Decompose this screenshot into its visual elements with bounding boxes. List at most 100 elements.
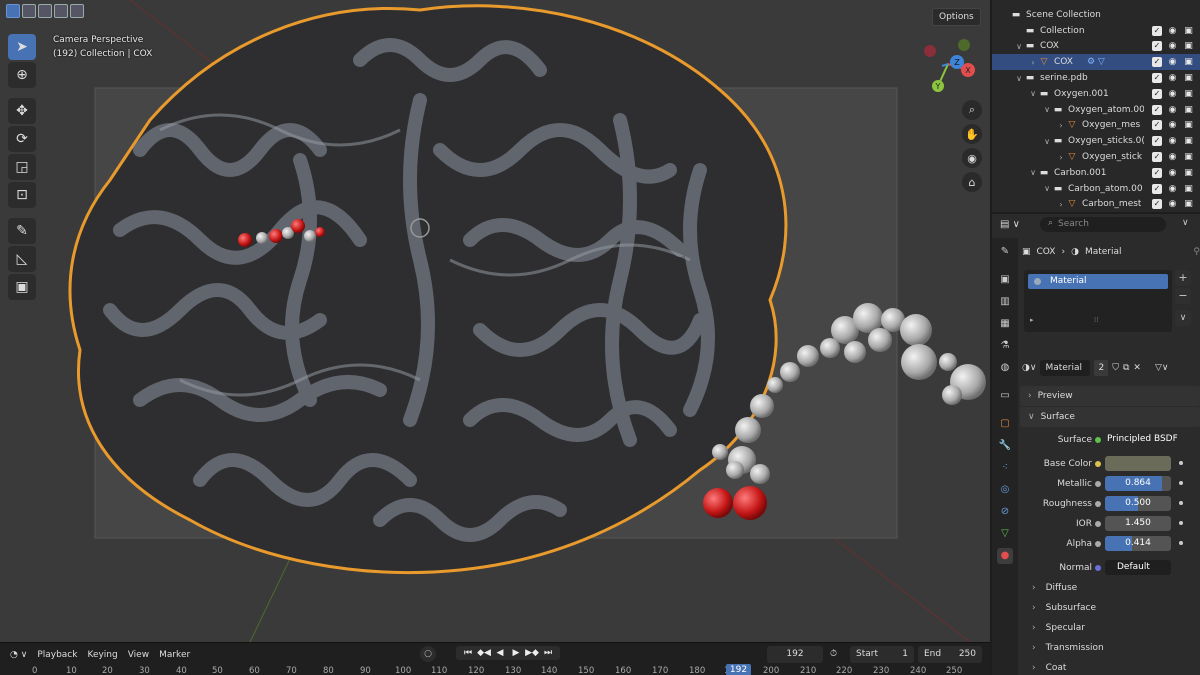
select-new-icon[interactable] xyxy=(6,4,20,18)
visibility-eye-icon[interactable]: ◉ xyxy=(1167,199,1178,209)
properties-editor-type-icon[interactable]: ▤ ∨ xyxy=(1000,219,1020,230)
keyframe-dot-icon[interactable] xyxy=(1179,461,1183,465)
keyframe-dot-icon[interactable] xyxy=(1179,521,1183,525)
outliner-row[interactable]: › ▽ Oxygen_stick ✓ ◉ ▣ xyxy=(992,149,1200,165)
visibility-eye-icon[interactable]: ◉ xyxy=(1167,73,1178,83)
constraints-tab-icon[interactable]: ⊘ xyxy=(997,504,1013,520)
surface-shader-field[interactable]: Principled BSDF xyxy=(1105,432,1185,447)
slot-menu-icon[interactable]: ∨ xyxy=(1175,310,1191,326)
navigation-gizmo[interactable]: X Z Y xyxy=(920,36,976,92)
render-camera-icon[interactable]: ▣ xyxy=(1183,152,1194,162)
render-camera-icon[interactable]: ▣ xyxy=(1183,105,1194,115)
timeline-ruler[interactable]: 0 10 20 30 40 50 60 70 80 90 100 110 120 130 140 150 160… xyxy=(0,666,990,675)
start-frame-field[interactable]: Start 1 xyxy=(850,646,914,663)
jump-start-icon[interactable]: ⏮ xyxy=(461,648,475,658)
visibility-eye-icon[interactable]: ◉ xyxy=(1167,184,1178,194)
prev-key-icon[interactable]: ◆◀ xyxy=(477,648,491,658)
panel-surface[interactable]: ∨ Surface xyxy=(1020,407,1200,427)
render-camera-icon[interactable]: ▣ xyxy=(1183,26,1194,36)
subpanel-subsurface[interactable]: › Subsurface xyxy=(1020,599,1200,617)
menu-playback[interactable]: Playback xyxy=(37,650,77,660)
record-icon[interactable]: ○ xyxy=(420,646,436,662)
current-frame-field[interactable]: 192 xyxy=(767,646,823,663)
move-icon[interactable]: ✥ xyxy=(8,98,36,124)
camera-view-icon[interactable]: ◉ xyxy=(962,148,982,168)
playhead-frame[interactable]: 192 xyxy=(726,664,751,675)
render-camera-icon[interactable]: ▣ xyxy=(1183,184,1194,194)
field-value[interactable]: 0.414 xyxy=(1105,536,1171,551)
scale-icon[interactable]: ◲ xyxy=(8,154,36,180)
chevron-down-icon[interactable]: ∨ xyxy=(1028,168,1038,177)
chevron-right-icon[interactable]: › xyxy=(1056,121,1066,130)
unlink-icon[interactable]: ✕ xyxy=(1133,363,1141,373)
outliner-row[interactable]: › ▽ Carbon_mest ✓ ◉ ▣ xyxy=(992,197,1200,212)
subpanel-transmission[interactable]: › Transmission xyxy=(1020,639,1200,657)
exclude-checkbox-icon[interactable]: ✓ xyxy=(1152,120,1162,131)
outliner-row[interactable]: ∨ ▬ Oxygen_sticks.0(✓ ◉ ▣ xyxy=(992,133,1200,149)
material-tab-icon[interactable]: ● xyxy=(997,548,1013,564)
exclude-checkbox-icon[interactable]: ✓ xyxy=(1152,41,1162,52)
subpanel-coat[interactable]: › Coat xyxy=(1020,659,1200,675)
tool-tab-icon[interactable]: ✎ xyxy=(997,244,1013,260)
render-camera-icon[interactable]: ▣ xyxy=(1183,136,1194,146)
render-camera-icon[interactable]: ▣ xyxy=(1183,73,1194,83)
stopwatch-icon[interactable]: ⏱ xyxy=(830,646,848,663)
zoom-icon[interactable]: ⌕ xyxy=(962,100,982,120)
select-intersect-icon[interactable] xyxy=(70,4,84,18)
chevron-down-icon[interactable]: ∨ xyxy=(1042,184,1052,193)
field-value[interactable]: 1.450 xyxy=(1105,516,1171,531)
keyframe-dot-icon[interactable] xyxy=(1179,481,1183,485)
field-value[interactable]: 0.864 xyxy=(1105,476,1171,491)
play-icon[interactable]: ▶ xyxy=(509,648,523,658)
exclude-checkbox-icon[interactable]: ✓ xyxy=(1152,136,1162,147)
render-camera-icon[interactable]: ▣ xyxy=(1183,41,1194,51)
render-camera-icon[interactable]: ▣ xyxy=(1183,89,1194,99)
chevron-right-icon[interactable]: › xyxy=(1028,58,1038,67)
visibility-eye-icon[interactable]: ◉ xyxy=(1167,136,1178,146)
material-slot-list[interactable]: Material ▸ ⁞⁞ xyxy=(1024,270,1172,332)
visibility-eye-icon[interactable]: ◉ xyxy=(1167,89,1178,99)
chevron-down-icon[interactable]: ∨ xyxy=(1042,137,1052,146)
chevron-down-icon[interactable]: ∨ xyxy=(1182,218,1189,228)
outliner-row[interactable]: ▬ Scene Collection xyxy=(992,7,1200,23)
collection-tab-icon[interactable]: ▭ xyxy=(997,388,1013,404)
material-users-count[interactable]: 2 xyxy=(1094,360,1109,376)
chevron-right-icon[interactable]: › xyxy=(1056,200,1066,209)
visibility-eye-icon[interactable]: ◉ xyxy=(1167,168,1178,178)
play-reverse-icon[interactable]: ◀ xyxy=(493,648,507,658)
exclude-checkbox-icon[interactable]: ✓ xyxy=(1152,199,1162,210)
visibility-eye-icon[interactable]: ◉ xyxy=(1167,57,1178,67)
chevron-down-icon[interactable]: ∨ xyxy=(1014,42,1024,51)
visibility-eye-icon[interactable]: ◉ xyxy=(1167,41,1178,51)
rotate-icon[interactable]: ⟳ xyxy=(8,126,36,152)
drag-handle-icon[interactable]: ⁞⁞ xyxy=(1094,316,1098,324)
add-slot-icon[interactable]: + xyxy=(1175,270,1191,286)
select-box-icon[interactable]: ➤ xyxy=(8,34,36,60)
material-name-field[interactable]: Material xyxy=(1040,360,1091,376)
remove-slot-icon[interactable]: − xyxy=(1175,288,1191,304)
particles-tab-icon[interactable]: ⁖ xyxy=(997,460,1013,476)
world-tab-icon[interactable]: ◍ xyxy=(997,360,1013,376)
exclude-checkbox-icon[interactable]: ✓ xyxy=(1152,57,1162,68)
render-camera-icon[interactable]: ▣ xyxy=(1183,120,1194,130)
material-browse-icon[interactable]: ◑∨ xyxy=(1022,363,1036,373)
lock-icon[interactable]: ⌂ xyxy=(962,172,982,192)
subpanel-diffuse[interactable]: › Diffuse xyxy=(1020,579,1200,597)
scene-tab-icon[interactable]: ⚗ xyxy=(997,338,1013,354)
chevron-down-icon[interactable]: ∨ xyxy=(1042,105,1052,114)
expand-icon[interactable]: ▸ xyxy=(1030,316,1034,324)
physics-tab-icon[interactable]: ◎ xyxy=(997,482,1013,498)
menu-view[interactable]: View xyxy=(128,650,149,660)
field-value[interactable] xyxy=(1105,456,1171,471)
exclude-checkbox-icon[interactable]: ✓ xyxy=(1152,183,1162,194)
next-key-icon[interactable]: ▶◆ xyxy=(525,648,539,658)
render-camera-icon[interactable]: ▣ xyxy=(1183,168,1194,178)
render-camera-icon[interactable]: ▣ xyxy=(1183,57,1194,67)
end-frame-field[interactable]: End 250 xyxy=(918,646,982,663)
render-camera-icon[interactable]: ▣ xyxy=(1183,199,1194,209)
select-extend-icon[interactable] xyxy=(22,4,36,18)
subpanel-specular[interactable]: › Specular xyxy=(1020,619,1200,637)
outliner-row[interactable]: ∨ ▬ Carbon.001 ✓ ◉ ▣ xyxy=(992,165,1200,181)
pan-hand-icon[interactable]: ✋ xyxy=(962,124,982,144)
exclude-checkbox-icon[interactable]: ✓ xyxy=(1152,73,1162,84)
